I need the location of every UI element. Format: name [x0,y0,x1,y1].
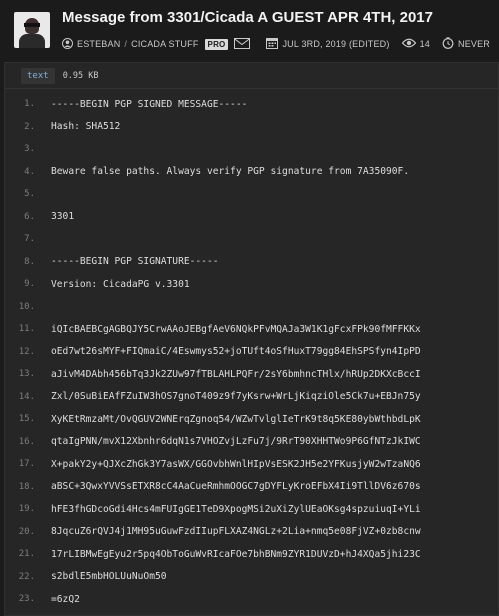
code-line: 5. [5,183,498,206]
code-line: 6. 3301 [5,206,498,229]
line-number: 11. [18,324,35,335]
code-line: 2. Hash: SHA512 [5,116,498,139]
expiry: NEVER [458,39,491,49]
line-text: aJivM4DAbh456bTq3Jk2ZUw97fTBLAHLPQFr/2sY… [51,368,421,380]
line-text: Version: CicadaPG v.3301 [51,278,190,290]
calendar-icon [266,37,279,51]
line-number: 2. [24,121,35,132]
code-line: 23. =6zQ2 [5,588,498,611]
code-line: 22. s2bdlE5mbHOLUuNuOm50 [5,566,498,589]
code-panel: text 0.95 KB 1. -----BEGIN PGP SIGNED MES… [4,62,499,616]
code-line: 17. X+pakY2y+QJXcZhGk3Y7asWX/GGOvbhWnlHIp… [5,453,498,476]
view-count: 14 [419,39,430,49]
file-size: 0.95 KB [62,70,99,81]
line-text: oEd7wt26sMYF+FIQmaiC/4Eswmys52+joTUft4oS… [51,346,421,358]
code-line: 24.-----END PGP SIGNATURE----- [5,611,498,616]
code-line: 21. 17rLIBMwEgEyu2r5pq4ObToGuWvRIcaFOe7bh… [5,543,498,566]
line-number: 21. [18,549,35,560]
code-line: 18. aBSC+3QwxYVVSsETXR8cC4AaCueRmhmOOGC7g… [5,476,498,499]
line-number: 4. [24,166,35,177]
line-number: 12. [18,346,35,357]
line-text: s2bdlE5mbHOLUuNuOm50 [51,571,167,583]
code-line: 16. qtaIgPNN/mvX12Xbnhr6dqN1s7VHOZvjLzFu7… [5,431,498,454]
line-number: 18. [18,481,35,492]
code-line: 11. iQIcBAEBCgAGBQJY5CrwAAoJEBgfAeV6NQkPF… [5,318,498,341]
code-line: 12. oEd7wt26sMYF+FIQmaiC/4Eswmys52+joTUft… [5,341,498,364]
avatar[interactable] [14,12,50,48]
code-line: 10. [5,296,498,319]
line-number: 9. [24,279,35,290]
code-lines[interactable]: 1. -----BEGIN PGP SIGNED MESSAGE----- 2. Ha… [5,93,498,616]
paste-title: Message from 3301/Cicada A GUEST APR 4TH… [62,9,433,26]
line-text: Beware false paths. Always verify PGP si… [51,166,410,178]
line-number: 22. [18,571,35,582]
line-number: 20. [18,526,35,537]
line-number: 17. [18,459,35,470]
code-line: 4. Beware false paths. Always verify PGP … [5,161,498,184]
code-line: 9. Version: CicadaPG v.3301 [5,273,498,296]
line-text: 8JqcuZ6rQVJ4j1MH95uGuwFzdIIupFLXAZ4NGLz+… [51,526,421,538]
line-number: 5. [24,189,35,200]
user-icon [62,37,73,51]
mail-icon[interactable] [234,37,251,51]
line-number: 16. [18,436,35,447]
line-text: hFE3fhGDcoGdi4Hcs4mFUIgGE1TeD9XpogMSi2uX… [51,503,421,515]
line-text: X+pakY2y+QJXcZhGk3Y7asWX/GGOvbhWnlHIpVsE… [51,458,421,470]
line-text: Hash: SHA512 [51,121,121,133]
code-line: 19. hFE3fhGDcoGdi4Hcs4mFUIgGE1TeD9XpogMSi… [5,498,498,521]
line-number: 13. [18,369,35,380]
line-number: 15. [18,414,35,425]
code-line: 13. aJivM4DAbh456bTq3Jk2ZUw97fTBLAHLPQFr/… [5,363,498,386]
line-text: 3301 [51,211,75,223]
code-line: 3. [5,138,498,161]
code-line: 14. Zxl/0SuBiEAfFZuIW3hOS7gnoT409z9f7yKsr… [5,386,498,409]
paste-header: Message from 3301/Cicada A GUEST APR 4TH… [0,0,499,62]
file-info-bar: text 0.95 KB [5,63,498,89]
avatar-censor-bar [24,23,40,27]
line-number: 8. [24,256,35,267]
line-number: 10. [18,301,35,312]
paste-date: JUL 3RD, 2019 (EDITED) [282,39,390,49]
eye-icon [401,38,416,50]
code-line: 1. -----BEGIN PGP SIGNED MESSAGE----- [5,93,498,116]
avatar-body [19,34,45,48]
clock-icon [442,37,454,51]
line-number: 6. [24,211,35,222]
code-line: 8. -----BEGIN PGP SIGNATURE----- [5,251,498,274]
line-number: 14. [18,391,35,402]
syntax-badge[interactable]: text [21,67,55,84]
line-text: -----BEGIN PGP SIGNATURE----- [51,256,219,268]
line-number: 7. [24,234,35,245]
line-text: =6zQ2 [51,593,80,605]
line-text: -----BEGIN PGP SIGNED MESSAGE----- [51,98,248,110]
line-text: iQIcBAEBCgAGBQJY5CrwAAoJEBgfAeV6NQkPFvMQ… [51,323,421,335]
pro-badge: PRO [204,38,229,50]
line-text: aBSC+3QwxYVVSsETXR8cC4AaCueRmhmOOGC7gDYF… [51,481,421,493]
line-number: 23. [18,594,35,605]
author-link[interactable]: ESTEBAN [77,39,120,49]
code-line: 7. [5,228,498,251]
line-number: 1. [24,99,35,110]
code-line: 15. XyKEtRmzaMt/OvQGUV2WNErqZgnoq54/WZwTv… [5,408,498,431]
line-number: 19. [18,504,35,515]
category-link[interactable]: CICADA STUFF [131,39,198,49]
line-number: 3. [24,144,35,155]
line-text: Zxl/0SuBiEAfFZuIW3hOS7gnoT409z9f7yKsrw+W… [51,391,421,403]
meta-separator: / [124,39,128,49]
line-text: 17rLIBMwEgEyu2r5pq4ObToGuWvRIcaFOe7bhBNm… [51,548,421,560]
line-text: XyKEtRmzaMt/OvQGUV2WNErqZgnoq54/WZwTvlgl… [51,413,421,425]
paste-meta: ESTEBAN / CICADA STUFF PRO JUL 3RD, 2019… [62,36,490,52]
code-line: 20. 8JqcuZ6rQVJ4j1MH95uGuwFzdIIupFLXAZ4NG… [5,521,498,544]
line-text: qtaIgPNN/mvX12Xbnhr6dqN1s7VHOZvjLzFu7j/9… [51,436,421,448]
